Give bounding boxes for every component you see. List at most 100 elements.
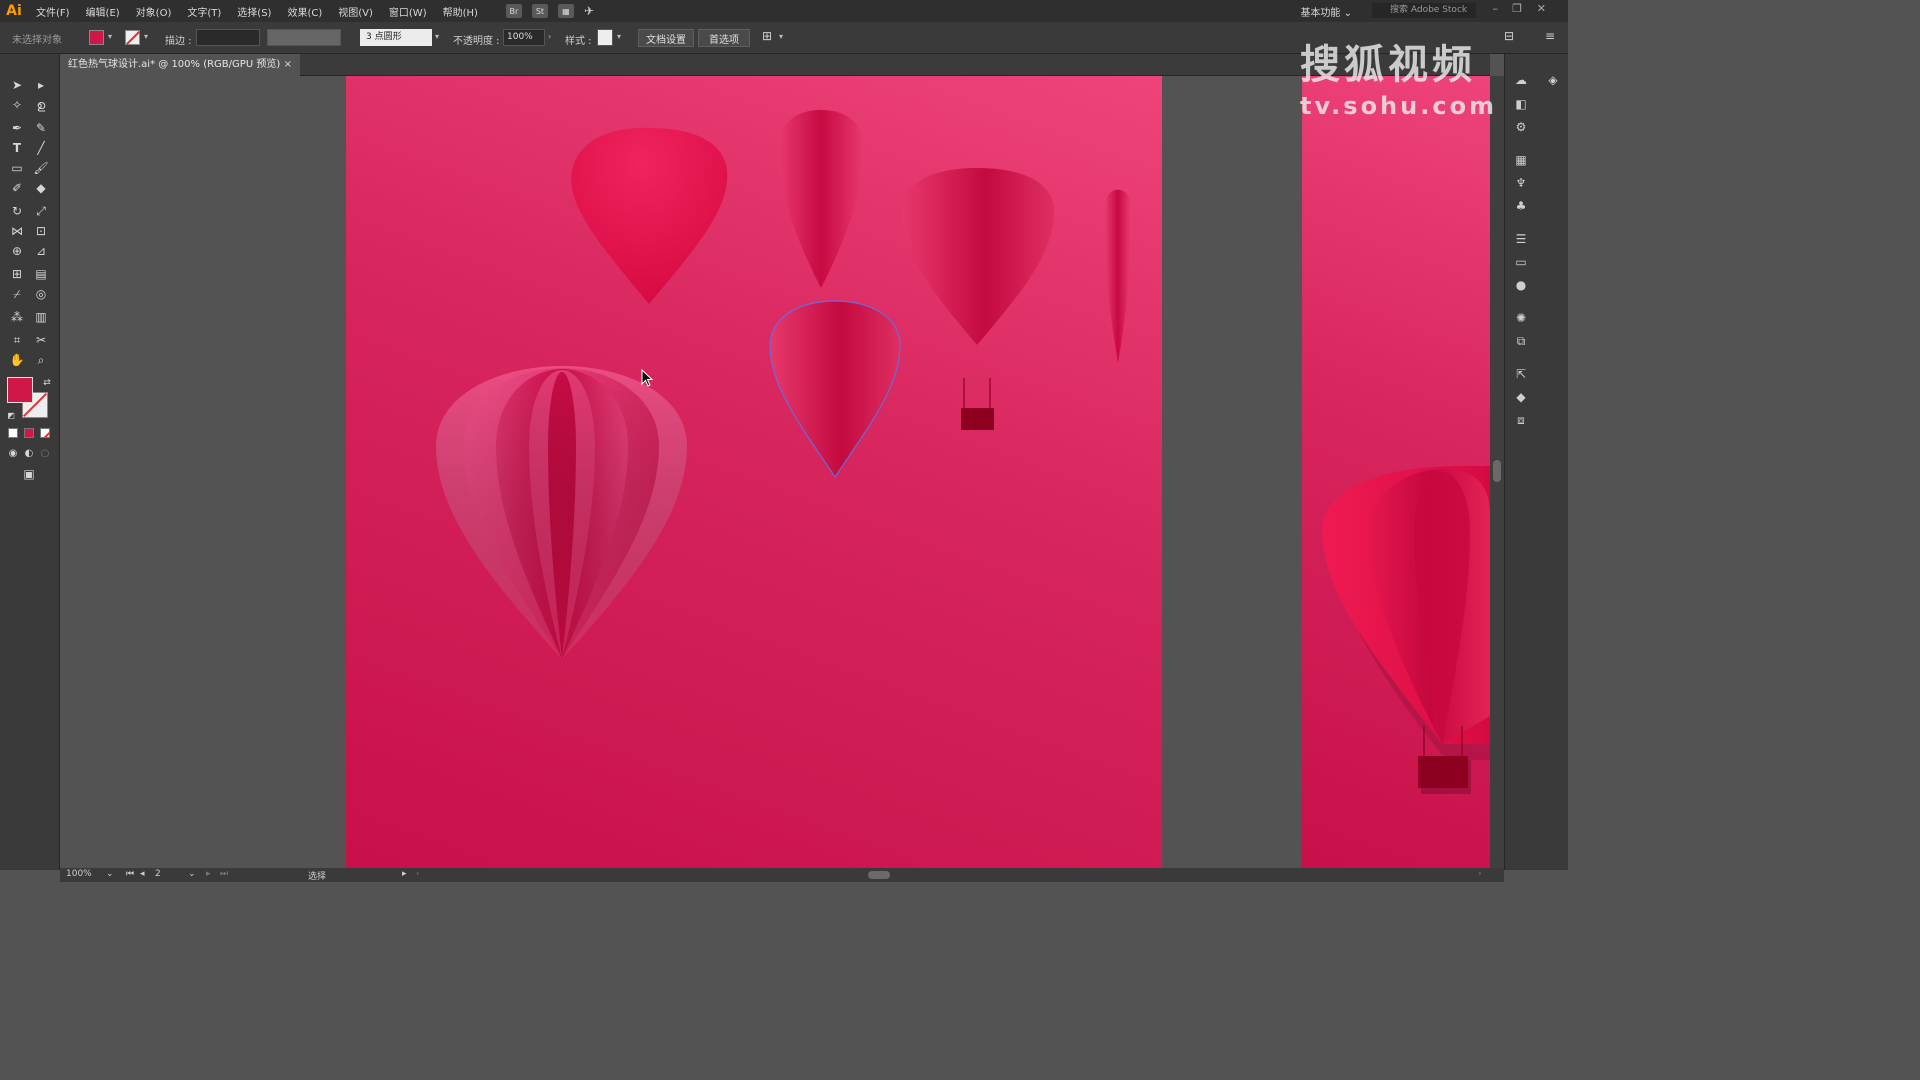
- slice-tool-icon[interactable]: ✂: [32, 331, 50, 349]
- stroke-swatch[interactable]: [125, 30, 140, 45]
- vertical-scrollbar[interactable]: [1490, 76, 1504, 868]
- gpu-performance-icon[interactable]: ✈: [584, 4, 594, 18]
- zoom-tool-icon[interactable]: ⌕: [32, 351, 50, 369]
- pathfinder-icon[interactable]: ⧉: [1513, 333, 1529, 349]
- zoom-dropdown-icon[interactable]: ⌄: [106, 869, 114, 879]
- brush-definition-select[interactable]: 3 点圆形: [360, 29, 432, 46]
- last-artboard-icon[interactable]: ⏭: [220, 869, 228, 879]
- fill-dropdown-icon[interactable]: ▾: [108, 32, 112, 41]
- screen-mode-icon[interactable]: ▣: [20, 465, 38, 483]
- appearance-icon[interactable]: ▭: [1513, 254, 1529, 270]
- graphic-styles-icon[interactable]: ▦: [1513, 152, 1529, 168]
- vertical-scroll-thumb[interactable]: [1493, 460, 1501, 482]
- menu-object[interactable]: 对象(O): [128, 4, 180, 19]
- curvature-tool-icon[interactable]: ✎: [32, 119, 50, 137]
- stroke-weight-input[interactable]: [196, 29, 260, 46]
- menu-help[interactable]: 帮助(H): [435, 4, 486, 19]
- scroll-right-icon[interactable]: ›: [1478, 869, 1482, 879]
- document-setup-button[interactable]: 文档设置: [638, 29, 694, 47]
- color-mode-icon[interactable]: [8, 428, 18, 438]
- zoom-level[interactable]: 100%: [66, 869, 92, 879]
- eraser-icon[interactable]: ◆: [32, 179, 50, 197]
- transform-icon[interactable]: ✺: [1513, 310, 1529, 326]
- scroll-left-icon[interactable]: ‹: [416, 869, 420, 879]
- opacity-input[interactable]: 100%: [503, 29, 545, 46]
- magic-wand-icon[interactable]: ✧: [8, 96, 26, 114]
- stock-search-input[interactable]: 搜索 Adobe Stock: [1372, 3, 1476, 18]
- arrange-dropdown-icon[interactable]: ▾: [779, 32, 783, 41]
- brush-dropdown-icon[interactable]: ▾: [435, 32, 439, 41]
- transparency-icon[interactable]: ☰: [1513, 231, 1529, 247]
- mesh-tool-icon[interactable]: ⊞: [8, 265, 26, 283]
- menu-select[interactable]: 选择(S): [229, 4, 279, 19]
- width-tool-icon[interactable]: ⋈: [8, 222, 26, 240]
- next-artboard-icon[interactable]: ▸: [206, 869, 211, 879]
- lasso-icon[interactable]: ഉ: [32, 96, 50, 114]
- shaper-tool-icon[interactable]: ✐: [8, 179, 26, 197]
- menu-window[interactable]: 窗口(W): [381, 4, 435, 19]
- color-guide-icon[interactable]: ☁: [1513, 72, 1529, 88]
- status-menu-arrow-icon[interactable]: ▸: [402, 869, 407, 879]
- free-transform-icon[interactable]: ⊡: [32, 222, 50, 240]
- type-tool-icon[interactable]: T: [8, 139, 26, 157]
- shape-builder-icon[interactable]: ⊕: [8, 242, 26, 260]
- layers-icon[interactable]: ◆: [1513, 389, 1529, 405]
- style-dropdown-icon[interactable]: ▾: [617, 32, 621, 41]
- arrange-documents-icon[interactable]: ▦: [557, 4, 574, 18]
- menu-edit[interactable]: 编辑(E): [78, 4, 128, 19]
- document-tab[interactable]: 红色热气球设计.ai* @ 100% (RGB/GPU 预览) ×: [60, 54, 300, 76]
- previous-artboard-icon[interactable]: ◂: [140, 869, 145, 879]
- paintbrush-icon[interactable]: 🖌: [32, 159, 50, 177]
- preferences-button[interactable]: 首选项: [698, 29, 750, 47]
- none-mode-icon[interactable]: [40, 428, 50, 438]
- pen-tool-icon[interactable]: ✒: [8, 119, 26, 137]
- eyedropper-icon[interactable]: ⌿: [8, 285, 26, 303]
- gradient-tool-icon[interactable]: ▤: [32, 265, 50, 283]
- workspace-switcher[interactable]: 基本功能 ⌄: [1300, 4, 1352, 19]
- perspective-grid-icon[interactable]: ⊿: [32, 242, 50, 260]
- swap-fill-stroke-icon[interactable]: ⇄: [38, 374, 56, 392]
- gradient-panel-icon[interactable]: ♣: [1513, 198, 1529, 214]
- artboard-tool-icon[interactable]: ⌗: [8, 331, 26, 349]
- opacity-arrow-icon[interactable]: ›: [548, 32, 551, 41]
- arrange-icon[interactable]: ⊞: [762, 29, 772, 43]
- direct-selection-tool-icon[interactable]: ▸: [32, 76, 50, 94]
- panel-options-icon[interactable]: ⊟: [1504, 29, 1514, 43]
- column-graph-icon[interactable]: ▥: [32, 308, 50, 326]
- menu-effect[interactable]: 效果(C): [279, 4, 330, 19]
- selection-tool-icon[interactable]: ➤: [8, 76, 26, 94]
- line-tool-icon[interactable]: ╱: [32, 139, 50, 157]
- align-icon[interactable]: ●: [1513, 277, 1529, 293]
- artboard-1[interactable]: [346, 76, 1162, 868]
- rectangle-tool-icon[interactable]: ▭: [8, 159, 26, 177]
- graphic-style-swatch[interactable]: [597, 29, 613, 46]
- close-tab-icon[interactable]: ×: [284, 54, 292, 76]
- scale-tool-icon[interactable]: ⤢: [32, 202, 50, 220]
- menu-file[interactable]: 文件(F): [28, 4, 78, 19]
- artboard-number[interactable]: 2: [155, 869, 161, 879]
- symbols-icon[interactable]: ⚙: [1513, 119, 1529, 135]
- hand-tool-icon[interactable]: ✋: [8, 351, 26, 369]
- stroke-panel-icon[interactable]: ♆: [1513, 175, 1529, 191]
- menu-lines-icon[interactable]: ≡: [1545, 29, 1555, 43]
- variable-width-profile[interactable]: [267, 29, 341, 46]
- close-window-icon[interactable]: ✕: [1537, 2, 1546, 15]
- rotate-tool-icon[interactable]: ↻: [8, 202, 26, 220]
- blend-tool-icon[interactable]: ◎: [32, 285, 50, 303]
- gradient-mode-icon[interactable]: [24, 428, 34, 438]
- brushes-icon[interactable]: ◧: [1513, 96, 1529, 112]
- fill-color-well[interactable]: [7, 377, 33, 403]
- menu-view[interactable]: 视图(V): [330, 4, 381, 19]
- artboard-dropdown-icon[interactable]: ⌄: [188, 869, 196, 879]
- cc-libraries-icon[interactable]: ◈: [1545, 72, 1561, 88]
- draw-inside-icon[interactable]: ○: [36, 444, 54, 462]
- stock-icon[interactable]: St: [531, 4, 548, 18]
- stroke-dropdown-icon[interactable]: ▾: [144, 32, 148, 41]
- horizontal-scroll-thumb[interactable]: [868, 871, 890, 879]
- restore-icon[interactable]: ❐: [1512, 2, 1522, 15]
- minimize-icon[interactable]: –: [1493, 2, 1499, 15]
- first-artboard-icon[interactable]: ⏮: [126, 869, 134, 879]
- artboards-icon[interactable]: ⧈: [1513, 412, 1529, 428]
- artboard-2[interactable]: [1302, 76, 1490, 868]
- bridge-icon[interactable]: Br: [505, 4, 522, 18]
